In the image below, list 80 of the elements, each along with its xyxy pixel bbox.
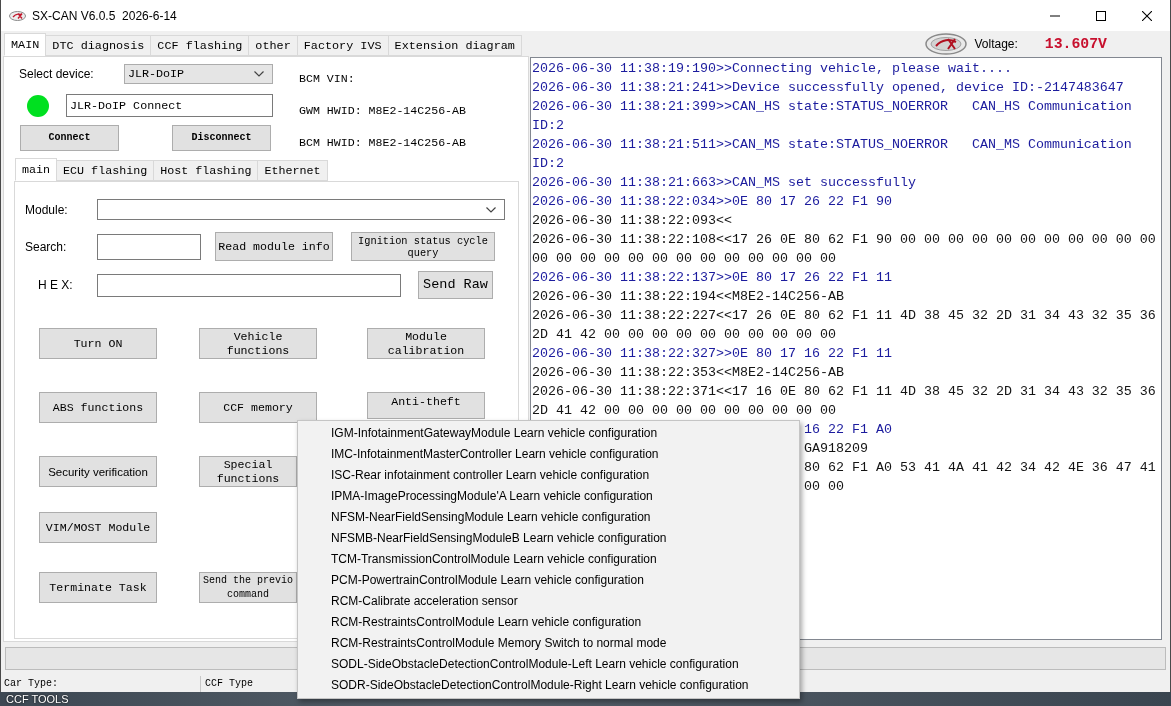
function-button[interactable]: Special functions xyxy=(199,456,297,487)
voltage-value: 13.607V xyxy=(1044,35,1107,52)
tab[interactable]: ECU flashing xyxy=(56,160,155,181)
log-line: 2026-06-30 11:38:21:399>>CAN_HS state:STATUS_NOERROR CAN_HS Communication ID:2 xyxy=(532,98,1133,135)
log-line: 2026-06-30 11:38:22:227<<17 26 0E 80 62 F1 11 4D 38 45 32 2D 31 34 43 32 35 36 2D 41 42 00 00 00 00 00 00 00 00 00 00 xyxy=(532,307,1157,344)
menu-item[interactable]: NFSMB-NearFieldSensingModuleB Learn vehicle configuration xyxy=(298,528,799,549)
log-line: 2026-06-30 11:38:19:190>>Connecting vehicle, please wait.... xyxy=(532,60,1013,78)
log-line: 2026-06-30 11:38:22:371<<17 16 0E 80 62 F1 11 4D 38 45 32 2D 31 34 43 32 35 36 2D 41 42 00 00 00 00 00 00 00 00 00 00 xyxy=(532,383,1157,420)
device-dropdown[interactable]: JLR-DoIP xyxy=(124,64,273,84)
tab[interactable]: Extension diagram xyxy=(387,35,522,56)
log-line: 00 00 xyxy=(803,478,844,496)
menu-item[interactable]: TCM-TransmissionControlModule Learn vehicle configuration xyxy=(298,549,799,570)
function-button[interactable]: Terminate Task xyxy=(39,572,157,603)
tab[interactable]: MAIN xyxy=(4,33,47,56)
search-label: Search: xyxy=(25,239,68,254)
hex-field[interactable] xyxy=(97,273,401,297)
tab[interactable]: CCF flashing xyxy=(150,35,250,56)
menu-item[interactable]: IGM-InfotainmentGatewayModule Learn vehicle configuration xyxy=(298,423,799,444)
vehicle-info-text: BCM HWID: M8E2-14C256-AB xyxy=(299,135,466,151)
function-button[interactable]: Anti-theft xyxy=(367,392,485,419)
log-line: 2026-06-30 11:38:22:137>>0E 80 17 26 22 F1 11 xyxy=(532,269,893,287)
log-line: 80 62 F1 A0 53 41 4A 41 42 34 42 4E 36 47 41 xyxy=(803,459,1156,477)
tab[interactable]: Ethernet xyxy=(257,160,328,181)
hex-label: H E X: xyxy=(37,278,74,292)
search-field[interactable] xyxy=(97,233,201,260)
log-line: 2026-06-30 11:38:22:093<< xyxy=(532,212,733,230)
log-line: 2026-06-30 11:38:22:353<<M8E2-14C256-AB xyxy=(532,364,845,382)
function-button[interactable]: Vehicle functions xyxy=(199,328,317,359)
function-button[interactable]: Module calibration xyxy=(367,328,485,359)
disconnect-button[interactable]: Disconnect xyxy=(172,125,271,151)
tab[interactable]: Factory IVS xyxy=(296,35,389,56)
menu-item[interactable]: SODL-SideObstacleDetectionControlModule-Left Learn vehicle configuration xyxy=(298,654,799,675)
maximize-icon xyxy=(1096,10,1106,21)
log-line: 16 22 F1 A0 xyxy=(803,421,892,439)
chevron-down-icon xyxy=(254,71,264,77)
menu-item[interactable]: SODR-SideObstacleDetectionControlModule-Right Learn vehicle configuration xyxy=(298,675,799,696)
vehicle-info-text: BCM VIN: xyxy=(299,71,356,87)
connect-button[interactable]: Connect xyxy=(20,125,119,151)
ccf-type-text: CCF Type xyxy=(204,677,253,691)
oval-logo-icon xyxy=(925,32,968,55)
function-button[interactable]: Security verification xyxy=(39,456,157,487)
function-button[interactable]: VIM/MOST Module xyxy=(39,512,157,543)
function-button[interactable]: Send the previo command xyxy=(199,572,297,603)
function-button[interactable]: ABS functions xyxy=(39,392,157,423)
tab[interactable]: Host flashing xyxy=(153,160,259,181)
tab[interactable]: main xyxy=(15,158,58,181)
log-line: 2026-06-30 11:38:22:194<<M8E2-14C256-AB xyxy=(532,288,845,306)
menu-item[interactable]: RCM-RestraintsControlModule Memory Switch to normal mode xyxy=(298,633,799,654)
vehicle-info-text: GWM HWID: M8E2-14C256-AB xyxy=(299,103,466,119)
ignition-query-button[interactable]: Ignition status cycle query xyxy=(351,232,495,261)
menu-item[interactable]: NFSM-NearFieldSensingModule Learn vehicle configuration xyxy=(298,507,799,528)
log-line: 2026-06-30 11:38:21:663>>CAN_MS set successfully xyxy=(532,174,917,192)
voltage-label: Voltage: xyxy=(974,36,1018,51)
send-raw-button[interactable]: Send Raw xyxy=(418,271,493,299)
log-line: 2026-06-30 11:38:22:108<<17 26 0E 80 62 F1 90 00 00 00 00 00 00 00 00 00 00 00 00 00 00 00 00 00 00 00 00 00 00 00 00 xyxy=(532,231,1157,268)
close-icon xyxy=(1142,10,1152,21)
tab[interactable]: DTC diagnosis xyxy=(45,35,152,56)
device-label: Select device: xyxy=(19,67,95,81)
menu-item[interactable]: RCM-Calibrate acceleration sensor xyxy=(298,591,799,612)
connection-field[interactable]: JLR-DoIP Connect xyxy=(66,94,273,117)
menu-item[interactable]: RCM-RestraintsControlModule Learn vehicle configuration xyxy=(298,612,799,633)
chevron-down-icon xyxy=(486,206,496,213)
log-line: 2026-06-30 11:38:22:327>>0E 80 17 16 22 F1 11 xyxy=(532,345,893,363)
tab[interactable]: other xyxy=(248,35,298,56)
menu-item[interactable]: IPMA-ImageProcessingModule'A Learn vehicle configuration xyxy=(298,486,799,507)
menu-item[interactable]: ISC-Rear infotainment controller Learn vehicle configuration xyxy=(298,465,799,486)
app-logo-icon xyxy=(9,10,26,21)
function-button[interactable]: CCF memory xyxy=(199,392,317,423)
desktop-icon-label: CCF TOOLS xyxy=(6,692,69,706)
log-line: 2026-06-30 11:38:21:511>>CAN_MS state:STATUS_NOERROR CAN_MS Communication ID:2 xyxy=(532,136,1133,173)
module-dropdown[interactable] xyxy=(97,199,505,220)
log-line: GA918209 xyxy=(803,440,868,458)
function-button[interactable]: Turn ON xyxy=(39,328,157,359)
window-title: SX-CAN V6.0.5 2026-6-14 xyxy=(32,8,177,23)
module-label: Module: xyxy=(25,202,69,217)
log-line: 2026-06-30 11:38:21:241>>Device successfully opened, device ID:-2147483647 xyxy=(532,79,1125,97)
menu-item[interactable]: IMC-InfotainmentMasterController Learn vehicle configuration xyxy=(298,444,799,465)
menu-item[interactable]: PCM-PowertrainControlModule Learn vehicle configuration xyxy=(298,570,799,591)
log-line: 2026-06-30 11:38:22:034>>0E 80 17 26 22 F1 90 xyxy=(532,193,893,211)
read-module-button[interactable]: Read module info xyxy=(215,232,333,261)
